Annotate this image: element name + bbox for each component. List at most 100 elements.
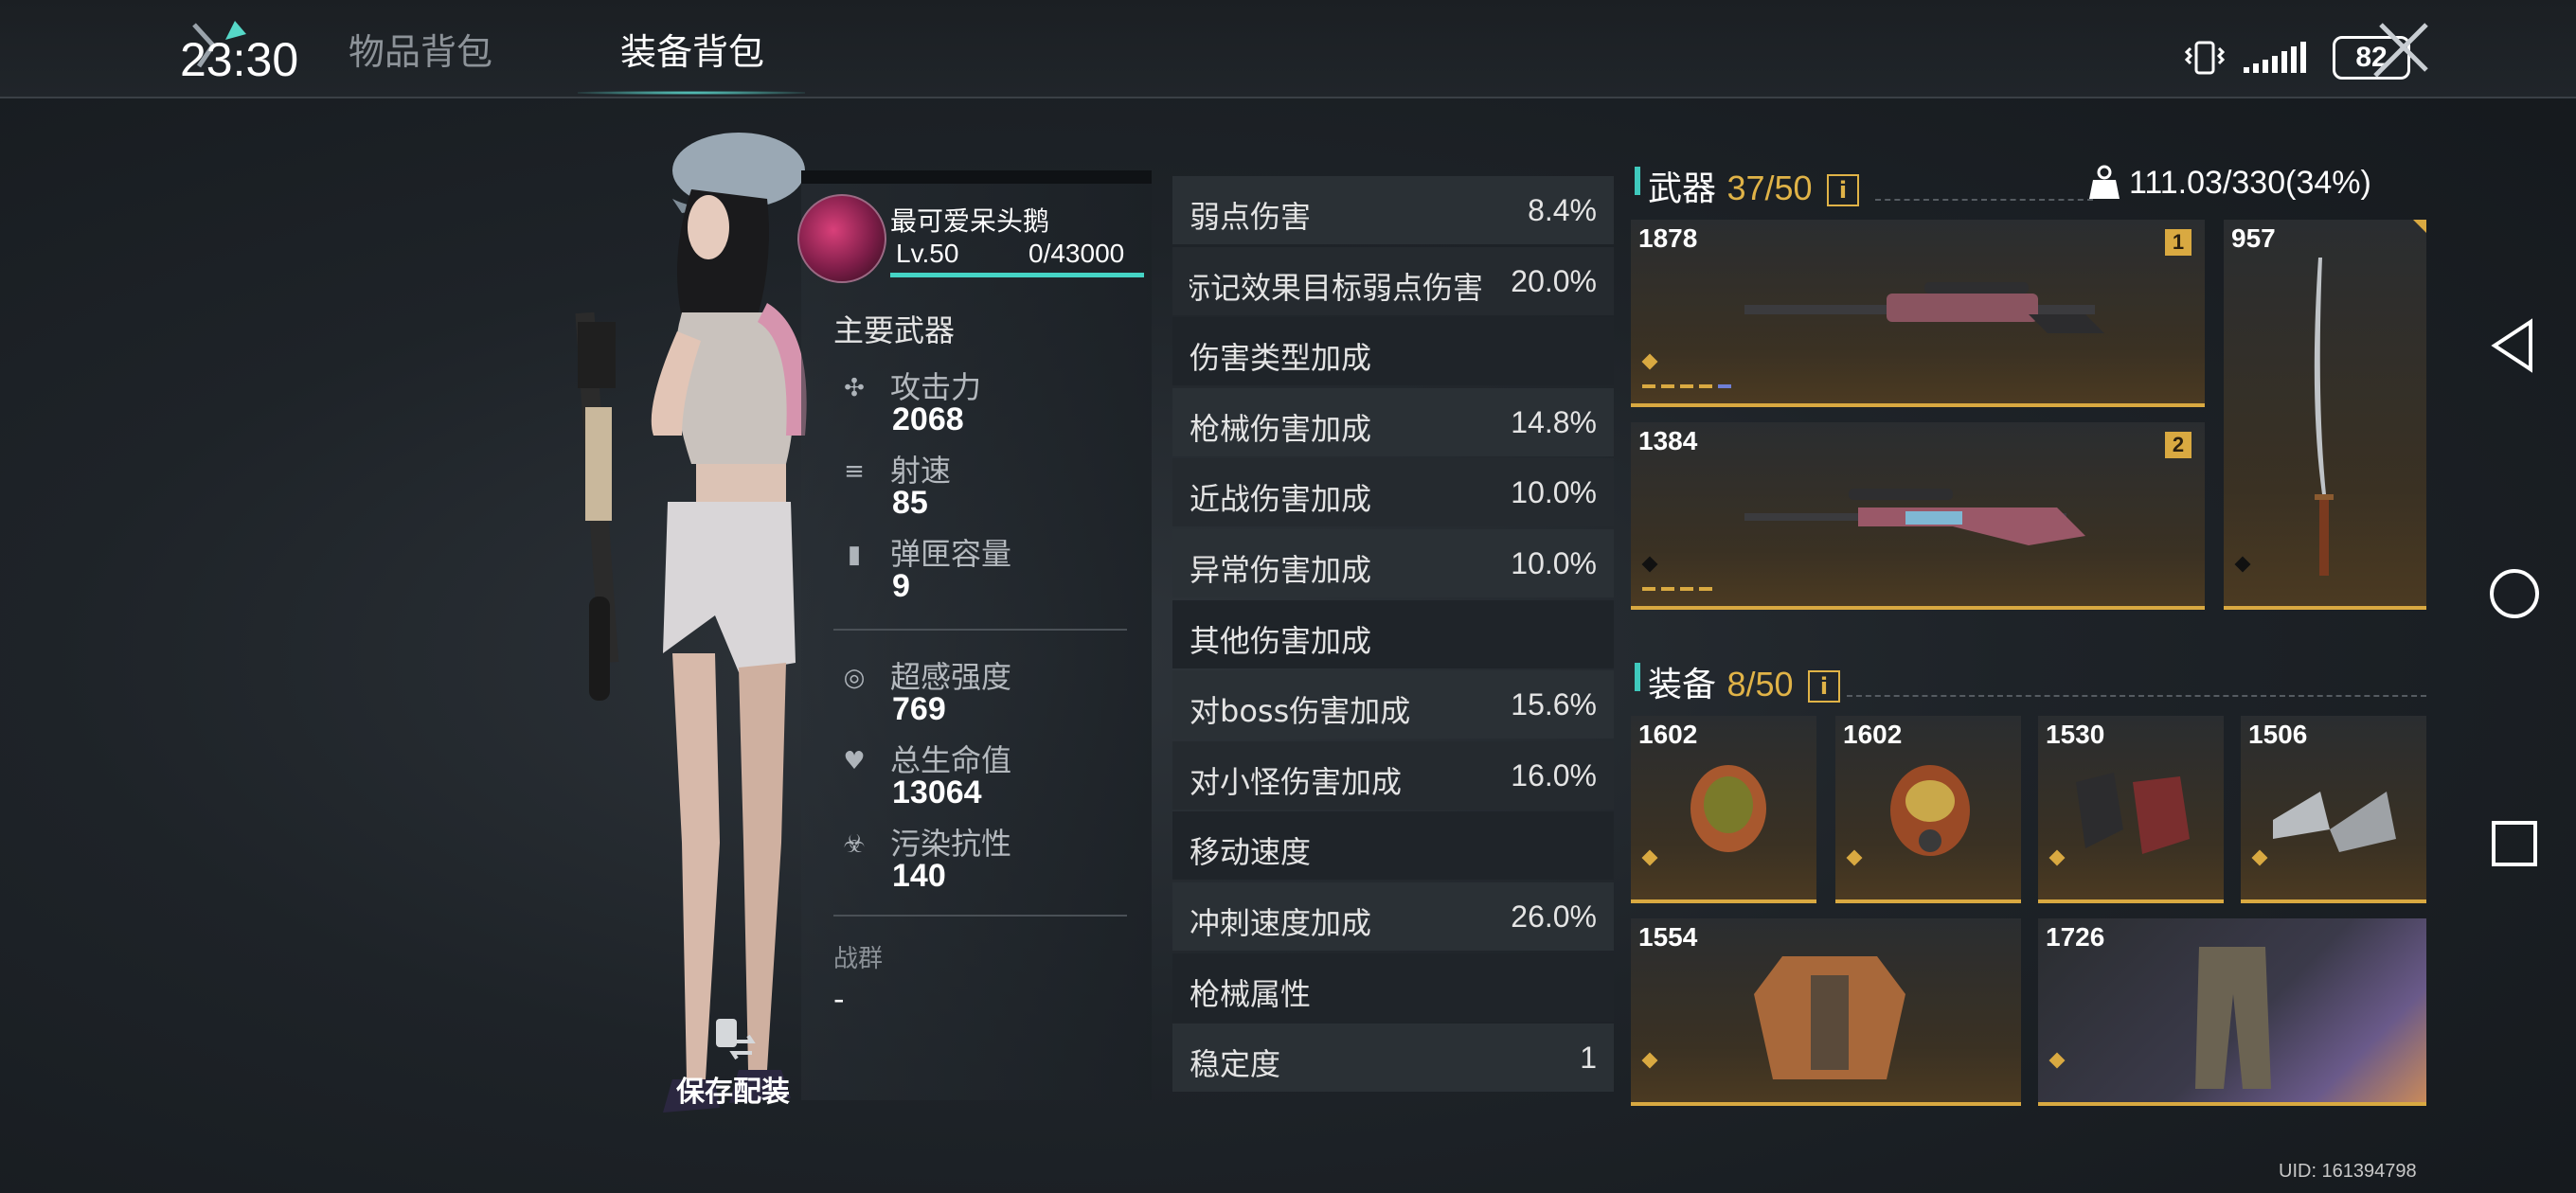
divider: [833, 629, 1127, 631]
bolt-rifle-icon: [1744, 489, 2085, 545]
attr-header: 移动速度: [1172, 811, 1614, 881]
player-uid: UID: 161394798: [2279, 1161, 2417, 1182]
attr-name: 标记效果目标弱点伤害: [1190, 269, 1483, 306]
attr-name: 枪械属性: [1190, 975, 1312, 1012]
attr-name: 移动速度: [1190, 834, 1312, 871]
gloves-icon: [2076, 773, 2190, 854]
weapon-card-2[interactable]: 1384 2: [1631, 422, 2205, 610]
rarity-diamond: [1641, 353, 1658, 370]
attr-row: 对boss伤害加成 15.6%: [1172, 670, 1614, 739]
save-loadout-button[interactable]: 保存配装: [676, 1013, 790, 1110]
active-tab-indicator: [578, 91, 805, 95]
attr-name: 伤害类型加成: [1190, 340, 1372, 377]
attr-name: 枪械伤害加成: [1190, 410, 1372, 447]
attr-value: 10.0%: [1511, 545, 1597, 580]
tab-item-bag[interactable]: 物品背包: [349, 23, 492, 75]
attr-row: 标记效果目标弱点伤害 20.0%: [1172, 246, 1614, 315]
attr-value: 15.6%: [1511, 687, 1597, 722]
recents-nav-icon[interactable]: [2481, 810, 2548, 877]
weapons-title: 武器: [1648, 169, 1717, 208]
sniper-rifle-icon: [1744, 282, 2104, 333]
stat-magazine: ▮ 弹匣容量 9: [837, 530, 1150, 614]
weapon-card-1[interactable]: 1878 1: [1631, 220, 2205, 407]
attr-value: 16.0%: [1511, 757, 1597, 792]
upgrade-dashes: [1642, 384, 1731, 388]
attr-row: 弱点伤害 8.4%: [1172, 176, 1614, 244]
attr-header: 伤害类型加成: [1172, 317, 1614, 386]
item-power: 1878: [1638, 223, 1698, 253]
katana-icon: [2314, 258, 2334, 576]
psi-icon: ◎: [843, 664, 866, 692]
player-name: 最可爱呆头鹅: [890, 205, 1050, 237]
attr-value: 8.4%: [1528, 193, 1597, 227]
item-power: 1602: [1843, 720, 1903, 749]
divider: [1847, 695, 2426, 697]
crosshair-icon: ✣: [844, 374, 865, 402]
gear-count: 8/50: [1726, 665, 1794, 703]
attr-row: 异常伤害加成 10.0%: [1172, 528, 1614, 597]
gear-card-armor[interactable]: 1554: [1631, 918, 2021, 1106]
stat-hp: ♥ 总生命值 13064: [837, 737, 1150, 820]
attr-row: 稳定度 1: [1172, 1024, 1614, 1093]
stat-value: 2068: [892, 401, 964, 437]
close-icon[interactable]: [2368, 17, 2434, 83]
item-power: 1602: [1638, 720, 1698, 749]
attr-value: 20.0%: [1511, 263, 1597, 298]
info-strip: [801, 170, 1152, 184]
weapons-count: 37/50: [1726, 169, 1813, 207]
stat-value: 85: [892, 485, 928, 521]
stat-fire-rate: ≡ 射速 85: [837, 447, 1150, 530]
stat-pollution-resist: ☣ 污染抗性 140: [837, 820, 1150, 903]
stat-attack: ✣ 攻击力 2068: [837, 364, 1150, 447]
pants-icon: [2195, 947, 2271, 1089]
rarity-diamond: [1641, 556, 1658, 573]
vibrate-icon: [2184, 41, 2226, 75]
item-power: 1554: [1638, 922, 1698, 952]
biohazard-icon: ☣: [843, 830, 866, 859]
item-power: 1530: [2046, 720, 2105, 749]
weapon-card-3[interactable]: 957: [2224, 220, 2426, 610]
section-accent: [1635, 167, 1640, 195]
guild-value: -: [833, 981, 845, 1017]
gear-card-boots[interactable]: 1506: [2241, 716, 2426, 903]
attr-value: 1: [1580, 1041, 1597, 1076]
back-nav-icon[interactable]: [2481, 312, 2548, 379]
attr-header: 枪械属性: [1172, 953, 1614, 1022]
player-level: Lv.50: [896, 239, 959, 268]
attr-row: 冲刺速度加成 26.0%: [1172, 881, 1614, 951]
rarity-diamond: [2048, 1052, 2066, 1069]
exp-bar: [890, 273, 1144, 277]
upgrade-dashes: [1642, 587, 1712, 591]
boots-icon: [2273, 792, 2396, 852]
attr-name: 对小怪伤害加成: [1190, 763, 1403, 800]
attr-row: 对小怪伤害加成 16.0%: [1172, 740, 1614, 810]
section-accent: [1635, 663, 1640, 691]
stat-value: 9: [892, 568, 910, 604]
home-nav-icon[interactable]: [2481, 561, 2548, 627]
tab-equipment-bag[interactable]: 装备背包: [620, 23, 764, 75]
gear-card-helmet[interactable]: 1602: [1631, 716, 1816, 903]
gear-header: 装备 8/50 i: [1635, 657, 1840, 706]
item-power: 1506: [2248, 720, 2308, 749]
info-icon[interactable]: i: [1827, 174, 1860, 206]
stat-value: 140: [892, 858, 946, 894]
weight-capacity: 111.03/330(34%): [2129, 165, 2371, 201]
guild-label: 战群: [833, 945, 884, 973]
heart-icon: ♥: [843, 747, 866, 775]
gas-mask-icon: [1890, 765, 1970, 856]
player-avatar[interactable]: [797, 194, 886, 283]
stat-value: 769: [892, 691, 946, 727]
gear-card-pants[interactable]: 1726: [2038, 918, 2426, 1106]
attr-name: 近战伤害加成: [1190, 481, 1372, 518]
info-icon[interactable]: i: [1808, 670, 1840, 703]
item-power: 957: [2231, 223, 2276, 253]
divider: [1875, 199, 2093, 201]
attr-name: 冲刺速度加成: [1190, 904, 1372, 941]
weight-icon: [2089, 165, 2120, 199]
rarity-diamond: [2234, 556, 2251, 573]
attr-row: 近战伤害加成 10.0%: [1172, 458, 1614, 527]
rarity-diamond: [1641, 849, 1658, 866]
player-exp: 0/43000: [1029, 239, 1125, 268]
gear-card-mask[interactable]: 1602: [1835, 716, 2021, 903]
gear-card-gloves[interactable]: 1530: [2038, 716, 2224, 903]
